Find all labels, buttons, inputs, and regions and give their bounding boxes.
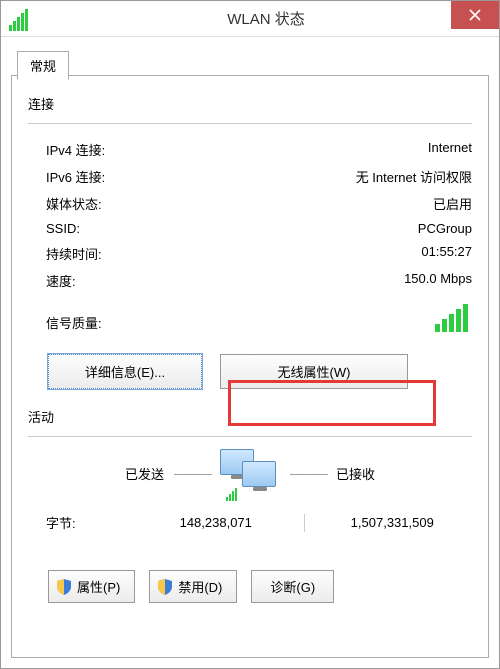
row-speed: 速度: 150.0 Mbps [28, 267, 472, 294]
close-button[interactable] [451, 1, 499, 29]
activity-graphic: 已发送 ——— ——— 已接收 [28, 449, 472, 497]
received-label: 已接收 [336, 464, 375, 483]
dash-icon: ——— [290, 465, 326, 481]
media-value: 已启用 [433, 194, 472, 213]
row-ipv6: IPv6 连接: 无 Internet 访问权限 [28, 163, 472, 190]
network-activity-icon [220, 449, 280, 497]
wlan-status-window: WLAN 状态 常规 连接 IPv4 连接: Internet IPv6 连接:… [0, 0, 500, 669]
close-icon [469, 9, 481, 21]
properties-button-label: 属性(P) [77, 577, 120, 596]
diagnose-button-label: 诊断(G) [270, 577, 315, 596]
row-duration: 持续时间: 01:55:27 [28, 240, 472, 267]
ssid-value: PCGroup [418, 221, 472, 236]
row-media: 媒体状态: 已启用 [28, 190, 472, 217]
wifi-signal-icon [9, 7, 33, 31]
properties-button[interactable]: 属性(P) [48, 570, 135, 603]
duration-label: 持续时间: [46, 244, 102, 263]
connection-buttons: 详细信息(E)... 无线属性(W) [48, 354, 472, 389]
bytes-received-value: 1,507,331,509 [313, 515, 473, 530]
disable-button-label: 禁用(D) [178, 577, 222, 596]
divider [28, 436, 472, 437]
ipv4-label: IPv4 连接: [46, 140, 105, 159]
diagnose-button[interactable]: 诊断(G) [251, 570, 334, 603]
window-title: WLAN 状态 [33, 8, 499, 29]
bytes-label: 字节: [46, 513, 136, 532]
dash-icon: ——— [174, 465, 210, 481]
wireless-properties-button[interactable]: 无线属性(W) [220, 354, 408, 389]
activity-section-title: 活动 [28, 407, 472, 426]
connection-section-title: 连接 [28, 94, 472, 113]
ipv4-value: Internet [428, 140, 472, 159]
duration-value: 01:55:27 [421, 244, 472, 263]
row-ssid: SSID: PCGroup [28, 217, 472, 240]
tab-container: 常规 连接 IPv4 连接: Internet IPv6 连接: 无 Inter… [11, 51, 489, 658]
details-button-label: 详细信息(E)... [85, 365, 165, 380]
shield-icon [57, 579, 71, 595]
tab-general[interactable]: 常规 [17, 51, 69, 80]
ipv6-label: IPv6 连接: [46, 167, 105, 186]
bytes-row: 字节: 148,238,071 1,507,331,509 [28, 507, 472, 536]
disable-button[interactable]: 禁用(D) [149, 570, 237, 603]
details-button[interactable]: 详细信息(E)... [48, 354, 202, 389]
tab-panel: 连接 IPv4 连接: Internet IPv6 连接: 无 Internet… [11, 75, 489, 658]
speed-label: 速度: [46, 271, 76, 290]
titlebar: WLAN 状态 [1, 1, 499, 37]
bottom-buttons: 属性(P) 禁用(D) 诊断(G) [48, 570, 472, 603]
window-body: 常规 连接 IPv4 连接: Internet IPv6 连接: 无 Inter… [1, 37, 499, 668]
activity-section: 活动 已发送 ——— ——— 已接收 字节: [28, 407, 472, 536]
signal-label: 信号质量: [46, 313, 102, 332]
row-ipv4: IPv4 连接: Internet [28, 136, 472, 163]
bytes-sent-value: 148,238,071 [136, 515, 296, 530]
row-signal: 信号质量: [28, 294, 472, 338]
signal-quality-icon [435, 304, 468, 332]
speed-value: 150.0 Mbps [404, 271, 472, 290]
vertical-divider [304, 514, 305, 532]
divider [28, 123, 472, 124]
media-label: 媒体状态: [46, 194, 102, 213]
shield-icon [158, 579, 172, 595]
ipv6-value: 无 Internet 访问权限 [356, 167, 472, 186]
wireless-properties-label: 无线属性(W) [278, 365, 351, 380]
ssid-label: SSID: [46, 221, 80, 236]
sent-label: 已发送 [125, 464, 164, 483]
